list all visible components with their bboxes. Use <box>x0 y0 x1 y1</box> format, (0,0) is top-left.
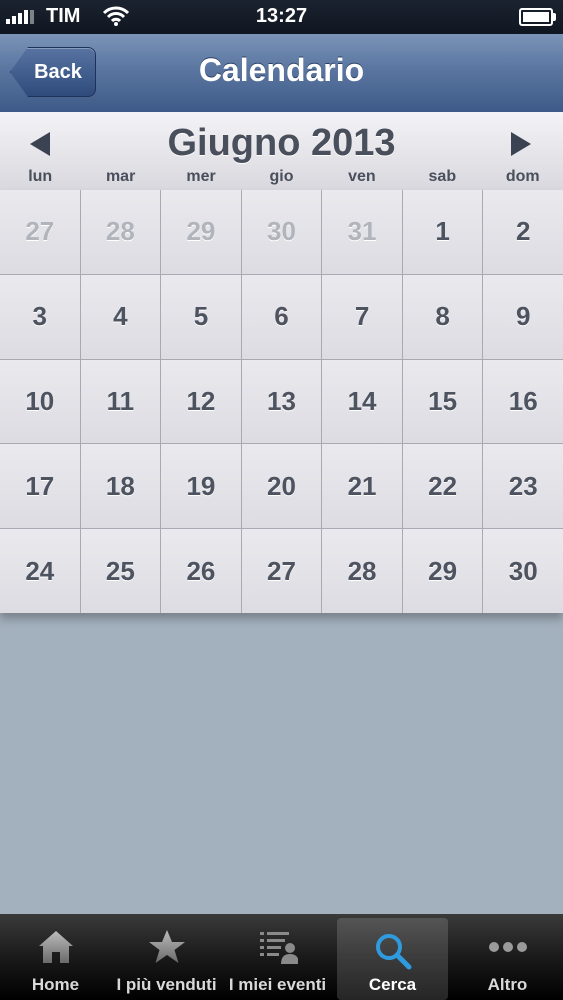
status-bar: TIM 13:27 <box>0 0 563 34</box>
calendar-day[interactable]: 9 <box>483 274 563 359</box>
calendar-day[interactable]: 2 <box>483 190 563 274</box>
calendar-day[interactable]: 13 <box>241 359 322 444</box>
list-person-icon <box>259 932 298 964</box>
calendar-day[interactable]: 3 <box>0 274 80 359</box>
calendar-day[interactable]: 17 <box>0 444 80 529</box>
tab-label: I miei eventi <box>228 975 327 994</box>
calendar-day[interactable]: 16 <box>483 359 563 444</box>
more-icon <box>488 942 527 952</box>
calendar-day[interactable]: 14 <box>322 359 402 444</box>
calendar-day[interactable]: 6 <box>241 274 322 359</box>
calendar-day[interactable]: 21 <box>322 444 402 529</box>
calendar-day[interactable]: 20 <box>241 444 322 529</box>
weekday-label: mer <box>186 168 216 185</box>
calendar-day[interactable]: 27 <box>241 529 322 613</box>
calendar-day[interactable]: 7 <box>322 274 402 359</box>
tab-home[interactable]: Home <box>0 914 111 1000</box>
home-icon <box>38 931 73 963</box>
page-title: Calendario <box>198 52 365 88</box>
calendar-day[interactable]: 26 <box>161 529 241 613</box>
calendar-day[interactable]: 5 <box>161 274 241 359</box>
weekday-label: lun <box>28 168 53 185</box>
calendar-day[interactable]: 22 <box>402 444 483 529</box>
navigation-bar: Back Calendario <box>0 34 563 113</box>
star-icon <box>148 930 185 963</box>
tab-label: Home <box>31 975 80 994</box>
tab-my-events[interactable]: I miei eventi <box>222 914 333 1000</box>
calendar-header: Giugno 2013 lun mar mer gio ven sab dom <box>0 112 563 190</box>
calendar-day-other-month[interactable]: 27 <box>0 190 80 274</box>
next-month-icon[interactable] <box>511 132 531 156</box>
calendar-day-other-month[interactable]: 30 <box>241 190 322 274</box>
calendar-day[interactable]: 12 <box>161 359 241 444</box>
calendar-day[interactable]: 23 <box>483 444 563 529</box>
tab-label: Altro <box>487 975 528 994</box>
calendar-day[interactable]: 11 <box>80 359 161 444</box>
calendar-day-other-month[interactable]: 31 <box>322 190 402 274</box>
calendar-day[interactable]: 25 <box>80 529 161 613</box>
weekday-label: mar <box>105 168 136 185</box>
calendar-day[interactable]: 30 <box>483 529 563 613</box>
status-time: 13:27 <box>255 5 308 27</box>
weekday-label: gio <box>269 168 294 185</box>
calendar-day[interactable]: 8 <box>402 274 483 359</box>
calendar-day-other-month[interactable]: 29 <box>161 190 241 274</box>
weekday-labels: lun mar mer gio ven sab dom <box>0 168 563 186</box>
tab-best-sellers[interactable]: I più venduti <box>111 914 222 1000</box>
tab-more[interactable]: Altro <box>452 914 563 1000</box>
calendar-day[interactable]: 28 <box>322 529 402 613</box>
weekday-label: dom <box>505 168 540 185</box>
calendar-day[interactable]: 15 <box>402 359 483 444</box>
weekday-label: sab <box>428 168 457 185</box>
weekday-label: ven <box>348 168 376 185</box>
calendar-day[interactable]: 29 <box>402 529 483 613</box>
calendar-day[interactable]: 18 <box>80 444 161 529</box>
calendar-day[interactable]: 19 <box>161 444 241 529</box>
calendar-grid: 27 28 29 30 31 1 2 3 4 5 6 7 8 9 10 11 12 13 14 15 16 17 18 19 2… <box>0 190 563 613</box>
search-icon <box>375 934 411 970</box>
calendar-day-other-month[interactable]: 28 <box>80 190 161 274</box>
calendar-day[interactable]: 10 <box>0 359 80 444</box>
tab-search[interactable]: Cerca <box>337 918 448 1000</box>
calendar-day[interactable]: 4 <box>80 274 161 359</box>
battery-icon <box>519 8 556 26</box>
tab-label: Cerca <box>368 975 417 994</box>
month-title: Giugno 2013 <box>167 122 396 164</box>
tab-bar: Home I più venduti I miei eventi Cerca A… <box>0 914 563 1000</box>
calendar-day[interactable]: 1 <box>402 190 483 274</box>
tab-label: I più venduti <box>116 975 217 994</box>
calendar-day[interactable]: 24 <box>0 529 80 613</box>
